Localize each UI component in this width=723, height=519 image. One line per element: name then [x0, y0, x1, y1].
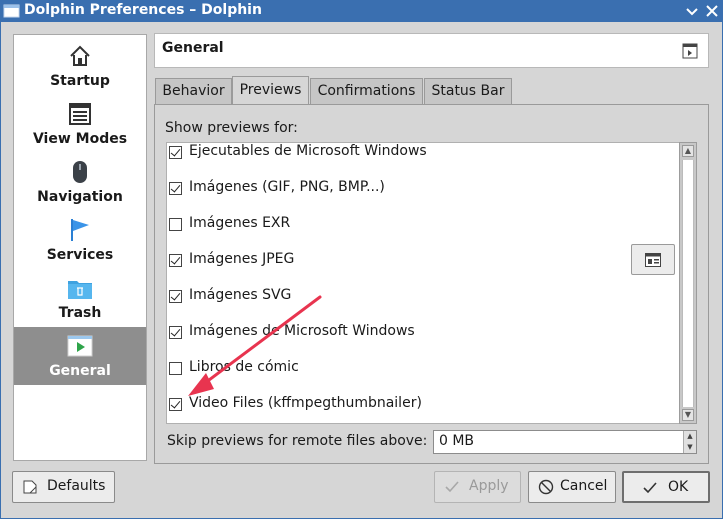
tab-behavior[interactable]: Behavior	[155, 78, 232, 105]
list-item[interactable]: Libros de cómic	[167, 359, 679, 395]
list-scrollbar[interactable]: ▲ ▼	[679, 142, 697, 424]
checkbox[interactable]	[169, 146, 182, 159]
sidebar: Startup View Modes Navigation Services T…	[13, 34, 147, 461]
trash-folder-icon	[68, 281, 92, 299]
tab-confirmations[interactable]: Confirmations	[310, 78, 423, 105]
window-title: Dolphin Preferences – Dolphin	[24, 2, 262, 18]
checkbox[interactable]	[169, 182, 182, 195]
spin-up-icon[interactable]: ▲	[683, 431, 696, 442]
list-item[interactable]: Ejecutables de Microsoft Windows	[167, 143, 679, 179]
checkmark-icon	[643, 482, 657, 494]
home-icon	[70, 45, 90, 66]
list-item-label: Imágenes (GIF, PNG, BMP...)	[189, 179, 385, 195]
sidebar-item-services[interactable]: Services	[14, 211, 146, 269]
checkbox[interactable]	[169, 362, 182, 375]
cancel-label: Cancel	[560, 478, 608, 494]
list-item-label: Libros de cómic	[189, 359, 299, 375]
list-item-label: Ejecutables de Microsoft Windows	[189, 143, 427, 159]
list-item[interactable]: Imágenes (GIF, PNG, BMP...)	[167, 179, 679, 215]
defaults-icon	[23, 480, 37, 494]
apply-label: Apply	[469, 478, 509, 494]
tab-label: Status Bar	[431, 83, 505, 99]
configure-preview-button[interactable]	[631, 244, 675, 275]
tab-label: Confirmations	[317, 83, 416, 99]
skip-size-spinbox[interactable]: 0 MB ▲ ▼	[433, 430, 697, 454]
defaults-label: Defaults	[47, 478, 106, 494]
cancel-button[interactable]: Cancel	[528, 471, 616, 503]
view-modes-icon	[69, 103, 91, 125]
previews-list[interactable]: Ejecutables de Microsoft Windows Imágene…	[166, 142, 697, 424]
tab-status-bar[interactable]: Status Bar	[424, 78, 512, 105]
sidebar-item-label: Navigation	[37, 189, 123, 205]
page-header: General	[154, 33, 709, 68]
dolphin-app-icon	[3, 4, 20, 18]
ok-button[interactable]: OK	[622, 471, 710, 503]
checkbox[interactable]	[169, 218, 182, 231]
spin-down-icon[interactable]: ▼	[683, 442, 696, 453]
skip-size-value[interactable]: 0 MB	[439, 433, 474, 449]
mouse-icon	[73, 161, 87, 183]
general-play-icon	[67, 335, 93, 357]
list-item[interactable]: Imágenes JPEG	[167, 251, 679, 287]
checkbox[interactable]	[169, 398, 182, 411]
apply-button[interactable]: Apply	[434, 471, 521, 503]
list-item-label: Imágenes JPEG	[189, 251, 295, 267]
close-icon[interactable]	[704, 3, 720, 19]
checkmark-icon	[445, 481, 459, 493]
page-title: General	[162, 40, 224, 56]
scrollbar-groove[interactable]	[682, 160, 694, 407]
list-item-label: Imágenes SVG	[189, 287, 292, 303]
sidebar-item-trash[interactable]: Trash	[14, 269, 146, 327]
list-item[interactable]: Imágenes SVG	[167, 287, 679, 323]
list-item-label: Video Files (kffmpegthumbnailer)	[189, 395, 422, 411]
sidebar-item-label: General	[49, 363, 111, 379]
tab-previews[interactable]: Previews	[232, 76, 309, 105]
sidebar-item-label: View Modes	[32, 131, 128, 147]
show-previews-label: Show previews for:	[165, 120, 298, 136]
sidebar-item-label: Startup	[50, 73, 110, 89]
sidebar-item-label: Services	[46, 247, 114, 263]
scroll-up-icon[interactable]: ▲	[682, 145, 694, 157]
list-item-label: Imágenes de Microsoft Windows	[189, 323, 415, 339]
list-item[interactable]: Video Files (kffmpegthumbnailer)	[167, 395, 679, 423]
minimize-icon[interactable]	[684, 3, 700, 19]
flag-icon	[71, 219, 89, 241]
list-item[interactable]: Imágenes de Microsoft Windows	[167, 323, 679, 359]
tab-label: Behavior	[162, 83, 225, 99]
sidebar-item-general[interactable]: General	[14, 327, 146, 385]
title-bar[interactable]: Dolphin Preferences – Dolphin	[0, 0, 723, 22]
scroll-down-icon[interactable]: ▼	[682, 409, 694, 421]
checkbox[interactable]	[169, 326, 182, 339]
sidebar-item-startup[interactable]: Startup	[14, 37, 146, 95]
help-panel-icon[interactable]	[682, 43, 698, 59]
ok-label: OK	[668, 479, 689, 495]
skip-previews-label: Skip previews for remote files above:	[167, 433, 428, 449]
checkbox[interactable]	[169, 290, 182, 303]
sidebar-item-label: Trash	[58, 305, 102, 321]
checkbox[interactable]	[169, 254, 182, 267]
cancel-icon	[538, 479, 554, 495]
list-item-label: Imágenes EXR	[189, 215, 291, 231]
configure-icon	[645, 253, 661, 267]
sidebar-item-navigation[interactable]: Navigation	[14, 153, 146, 211]
defaults-button[interactable]: Defaults	[12, 471, 115, 503]
list-item[interactable]: Imágenes EXR	[167, 215, 679, 251]
sidebar-item-view-modes[interactable]: View Modes	[14, 95, 146, 153]
tab-label: Previews	[239, 82, 302, 98]
